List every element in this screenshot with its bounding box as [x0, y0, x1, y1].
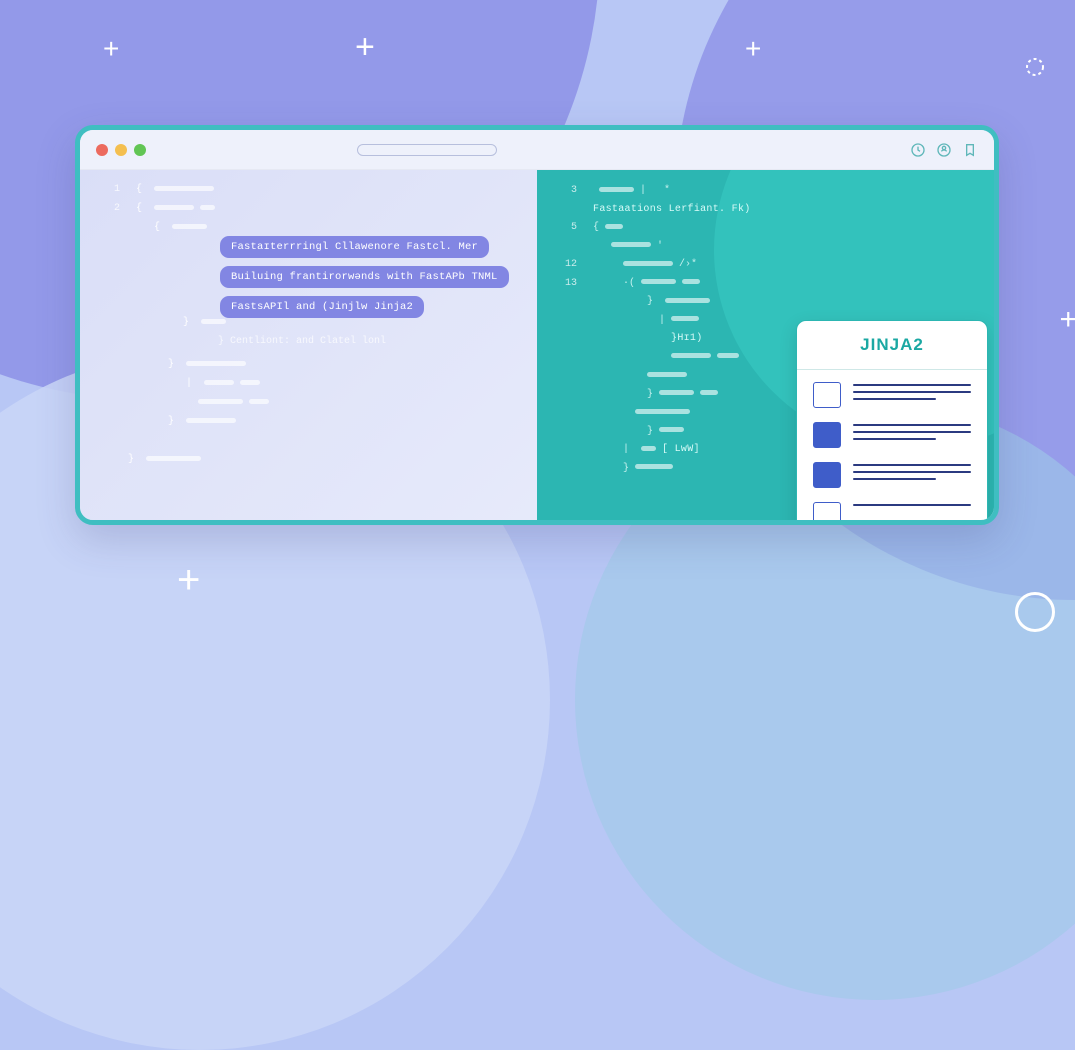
code-text: }Hɪ1)	[671, 333, 703, 344]
tag-chip: Fastaɪterrringl Cllawenore Fastcl. Mer	[220, 236, 489, 258]
gutter-num: 12	[555, 256, 577, 275]
browser-window: 1 { 2 { { } Fastaɪterrringl Cllawenore F…	[75, 125, 999, 525]
clock-icon[interactable]	[910, 142, 926, 158]
list-item	[813, 422, 971, 448]
thumbnail-icon	[813, 382, 841, 408]
list-item	[813, 462, 971, 488]
gutter-num: 2	[98, 199, 120, 218]
gutter-num: 13	[555, 275, 577, 294]
code-text: Fastaations Lerfiant. Fk)	[593, 204, 751, 215]
left-code-pane: 1 { 2 { { } Fastaɪterrringl Cllawenore F…	[80, 170, 537, 520]
user-circle-icon[interactable]	[936, 142, 952, 158]
list-item	[813, 502, 971, 520]
thumbnail-icon	[813, 502, 841, 520]
card-title: JINJA2	[813, 335, 971, 355]
code-text: } Centliont: and Clatel lonl	[218, 336, 519, 347]
address-bar[interactable]	[357, 144, 497, 156]
tag-chip: Builuing frantirorwənds with FastAPb TNM…	[220, 266, 509, 288]
plus-icon: +	[745, 35, 761, 63]
plus-icon: +	[177, 560, 200, 600]
code-text: [ LwW]	[662, 444, 700, 455]
bookmark-icon[interactable]	[962, 142, 978, 158]
thumbnail-icon	[813, 422, 841, 448]
tag-chip: FastsAPIl and (Jinjlw Jinja2	[220, 296, 424, 318]
traffic-lights	[96, 144, 146, 156]
gutter-num: 3	[555, 182, 577, 201]
jinja2-card: JINJA2	[796, 320, 988, 520]
gutter-num: 1	[98, 180, 120, 199]
zoom-dot[interactable]	[134, 144, 146, 156]
gutter-num: 5	[555, 219, 577, 238]
minimize-dot[interactable]	[115, 144, 127, 156]
gear-icon	[1023, 55, 1047, 79]
right-code-pane: 3 | * Fastaations Lerfiant. Fk) 5 { ' 12…	[537, 170, 994, 520]
circle-icon	[1015, 592, 1055, 632]
plus-icon: +	[1059, 305, 1075, 335]
thumbnail-icon	[813, 462, 841, 488]
titlebar	[80, 130, 994, 170]
list-item	[813, 382, 971, 408]
plus-icon: +	[103, 35, 119, 63]
plus-icon: +	[355, 30, 375, 64]
close-dot[interactable]	[96, 144, 108, 156]
